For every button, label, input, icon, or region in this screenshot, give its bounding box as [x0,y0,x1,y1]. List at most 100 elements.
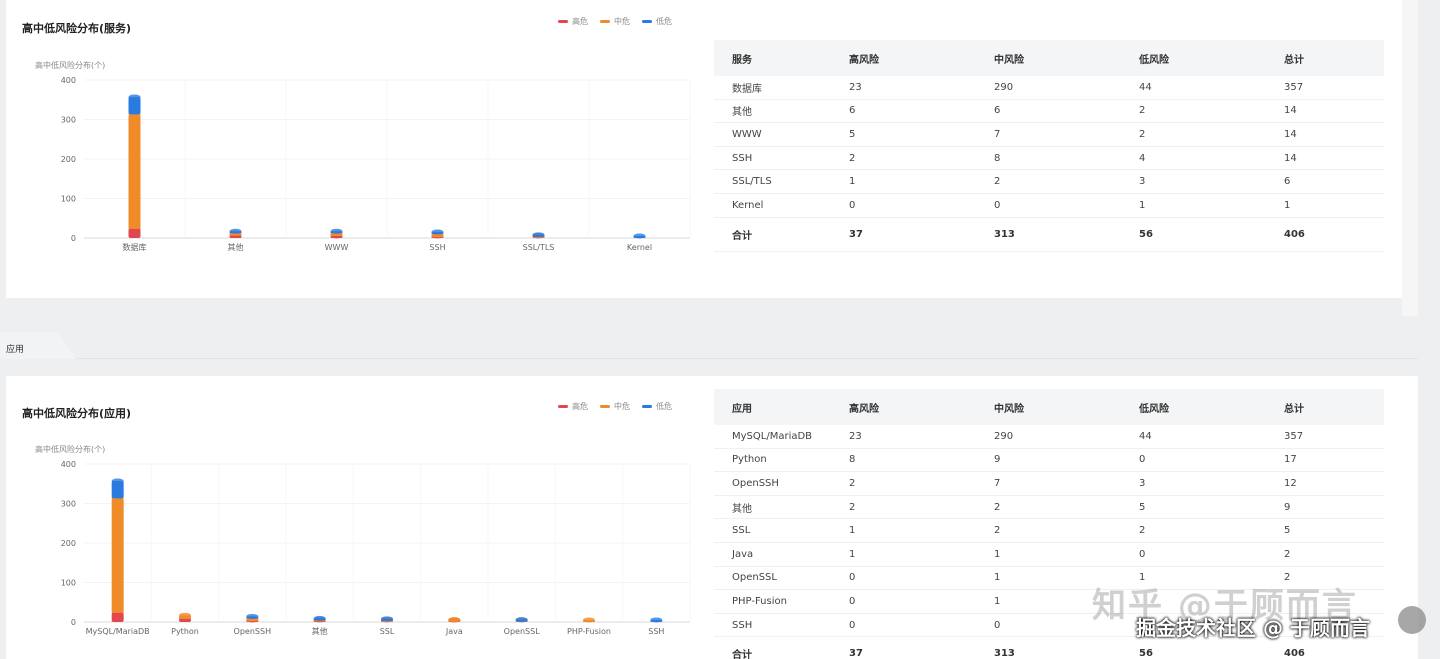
y-tick-label: 100 [61,579,76,588]
x-tick-label: PHP-Fusion [567,627,611,636]
table-cell: 1 [1284,199,1291,211]
table-cell: 数据库 [732,83,762,95]
table-cell: Python [732,454,767,466]
column-header[interactable]: 高风险 [831,400,976,415]
table-cell: 37 [849,648,863,659]
table-cell: 23 [849,81,862,93]
y-tick-label: 300 [61,116,76,125]
table-cell: 17 [1284,454,1297,466]
x-tick-label: SSH [429,243,445,252]
y-tick-label: 0 [71,618,76,627]
bar-cap [381,616,393,622]
bar-cap [448,617,461,623]
legend-item-high[interactable]: 高危 [558,401,588,412]
table-cell: 313 [994,228,1015,240]
table-cell: 0 [849,619,856,631]
x-tick-label: Java [445,627,463,636]
bar-cap [583,617,595,623]
service-risk-chart: 高中低风险分布(个) 0 100 200 300 400 数据库 其他 WWW SSH SSL/TL… [35,60,691,252]
x-tick-label: SSL [380,627,395,636]
bar-segment-mid[interactable] [128,114,141,229]
legend-item-low[interactable]: 低危 [642,16,672,27]
bar-cap [229,228,242,234]
table-cell: 290 [994,81,1014,93]
table-cell: 14 [1284,128,1297,140]
x-tick-label: Kernel [627,243,652,252]
table-cell: 合计 [732,650,752,659]
x-tick-label: 其他 [228,242,244,252]
column-header[interactable]: 低风险 [1121,400,1266,415]
table-cell: OpenSSL [732,572,777,584]
table-cell: 2 [849,501,856,513]
table-cell: 56 [1139,228,1153,240]
column-header[interactable]: 高风险 [831,51,976,66]
legend-item-high[interactable]: 高危 [558,16,588,27]
legend-item-mid[interactable]: 中危 [600,16,630,27]
table-row: SSH 2 8 4 14 [714,147,1384,171]
table-cell: 0 [1139,454,1146,466]
panel-edge [1402,0,1418,316]
x-tick-label: 数据库 [123,242,147,252]
column-header[interactable]: 低风险 [1121,51,1266,66]
table-cell: 2 [1139,128,1146,140]
app-risk-chart: 高中低风险分布(个) 0 100 200 300 400 MySQL/MariaDB Pyth… [35,444,691,636]
table-cell: 1 [849,525,856,537]
y-tick-label: 300 [61,500,76,509]
bar-cap [111,478,124,484]
table-cell: 14 [1284,105,1297,117]
table-cell: 3 [1139,176,1146,188]
table-cell: Java [732,548,754,560]
table-cell: 2 [849,477,856,489]
bar-cap [128,94,141,100]
avatar [1398,606,1426,634]
x-tick-label: WWW [325,243,349,252]
column-header[interactable]: 总计 [1266,51,1384,66]
legend-item-mid[interactable]: 中危 [600,401,630,412]
table-row: 其他 2 2 5 9 [714,496,1384,520]
bar-segment-low[interactable] [128,96,141,115]
table-cell: SSH [732,619,753,631]
bar-cap [515,617,528,623]
column-header[interactable]: 应用 [714,400,831,415]
table-cell: MySQL/MariaDB [732,430,813,442]
legend-item-low[interactable]: 低危 [642,401,672,412]
bar-cap [650,617,663,623]
service-chart-legend[interactable]: 高危 中危 低危 [558,16,672,27]
bar-segment-low[interactable] [111,480,124,499]
table-cell: 0 [849,572,856,584]
bar-segment-mid[interactable] [111,498,124,613]
table-row: OpenSSH 2 7 3 12 [714,472,1384,496]
bar-cap [431,229,444,235]
table-cell: 5 [849,128,856,140]
table-row: 数据库 23 290 44 357 [714,76,1384,100]
app-chart-legend[interactable]: 高危 中危 低危 [558,401,672,412]
table-cell: 6 [994,105,1001,117]
x-tick-label: OpenSSH [234,627,272,636]
table-row: WWW 5 7 2 14 [714,123,1384,147]
y-axis-label: 高中低风险分布(个) [35,60,105,70]
table-cell: 其他 [732,503,752,515]
table-cell: 1 [849,548,856,560]
tab-application[interactable]: 应用 [0,332,76,359]
y-axis-label: 高中低风险分布(个) [35,444,105,454]
table-cell: Kernel [732,199,764,211]
table-cell: 9 [994,454,1001,466]
x-tick-label: SSH [648,627,664,636]
x-tick-label: SSL/TLS [523,243,555,252]
service-table-header: 服务 高风险 中风险 低风险 总计 [714,40,1384,76]
table-cell: 0 [994,199,1001,211]
column-header[interactable]: 服务 [714,51,831,66]
column-header[interactable]: 中风险 [976,51,1121,66]
x-tick-label: Python [171,627,199,636]
column-header[interactable]: 总计 [1266,400,1384,415]
service-risk-panel: 高中低风险分布(服务) 高危 中危 低危 高中低风险分布(个) 0 100 200 30… [6,0,1402,298]
table-row: Kernel 0 0 1 1 [714,194,1384,218]
bar-cap [330,228,343,234]
column-header[interactable]: 中风险 [976,400,1121,415]
table-row: SSL 1 2 2 5 [714,519,1384,543]
table-cell: 合计 [732,230,752,242]
table-cell: 2 [1139,525,1146,537]
y-tick-label: 400 [61,76,76,85]
table-cell: SSL [732,525,751,537]
y-tick-label: 200 [61,539,76,548]
